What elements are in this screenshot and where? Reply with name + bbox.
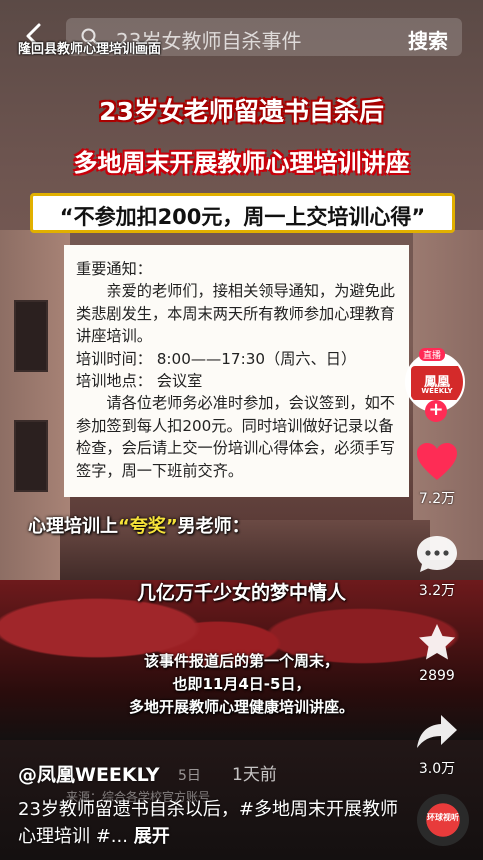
video-description: 23岁教师留遗书自杀以后，#多地周末开展教师心理培训 #... 展开 (18, 796, 398, 850)
favorite-count: 2899 (419, 668, 455, 684)
heart-icon (417, 443, 457, 480)
caption-highlight: “夸奖” (118, 516, 178, 537)
notice-heading: 重要通知： (76, 260, 152, 278)
description-text: 23岁教师留遗书自杀以后，#多地周末开展教师心理培训 #... (18, 799, 398, 847)
video-watermark: 隆回县教师心理培训画面 (18, 42, 162, 57)
caption-praise: 心理培训上“夸奖”男老师： (28, 512, 250, 538)
follow-button[interactable]: + (425, 400, 447, 422)
avatar-logo: 鳳凰 WEEKLY (411, 366, 463, 400)
post-time: 1天前 (232, 765, 277, 785)
share-count: 3.0万 (418, 761, 456, 777)
star-icon (419, 624, 455, 660)
share-button[interactable]: 3.0万 (399, 712, 475, 778)
video-title-line1: 23岁女老师留遗书自杀后 (99, 97, 384, 126)
notice-paragraph: 亲爱的老师们，接相关领导通知，为避免此类悲剧发生，本周末两天所有教师参加心理教育… (76, 282, 395, 346)
avatar-sub: WEEKLY (421, 387, 453, 395)
music-disc-icon[interactable]: 环球视听 (417, 794, 469, 846)
quote-banner: “不参加扣200元，周一上交培训心得” (30, 193, 455, 233)
video-title-line2: 多地周末开展教师心理培训讲座 (73, 149, 410, 177)
comment-count: 3.2万 (418, 583, 456, 599)
comment-button[interactable]: 3.2万 (399, 534, 475, 600)
favorite-button[interactable]: 2899 (399, 622, 475, 684)
like-count: 7.2万 (418, 491, 456, 507)
notice-location: 培训地点： 会议室 (76, 372, 203, 391)
caption-suffix: 男老师： (177, 516, 250, 537)
music-label: 环球视听 (427, 813, 459, 822)
hall-window (14, 300, 48, 372)
author-name[interactable]: @凤凰WEEKLY (18, 760, 160, 787)
caption-prefix: 心理培训上 (28, 516, 118, 537)
comment-icon (417, 536, 457, 572)
search-button[interactable]: 搜索 (408, 25, 448, 54)
live-badge: 直播 (419, 348, 446, 361)
hall-window (14, 420, 48, 492)
expand-link[interactable]: 展开 (134, 826, 170, 847)
like-button[interactable]: 7.2万 (399, 442, 475, 508)
notice-time: 培训时间： 8:00——17:30（周六、日） (76, 349, 357, 368)
quote-text: “不参加扣200元，周一上交培训心得” (59, 205, 426, 229)
notice-card: 重要通知： 亲爱的老师们，接相关领导通知，为避免此类悲剧发生，本周末两天所有教师… (64, 245, 409, 497)
faded-date: 5日 (178, 768, 201, 784)
share-arrow-icon (417, 715, 457, 748)
notice-paragraph: 请各位老师务必准时参加，会议签到，如不参加签到每人扣200元。同时培训做好记录以… (76, 394, 395, 480)
